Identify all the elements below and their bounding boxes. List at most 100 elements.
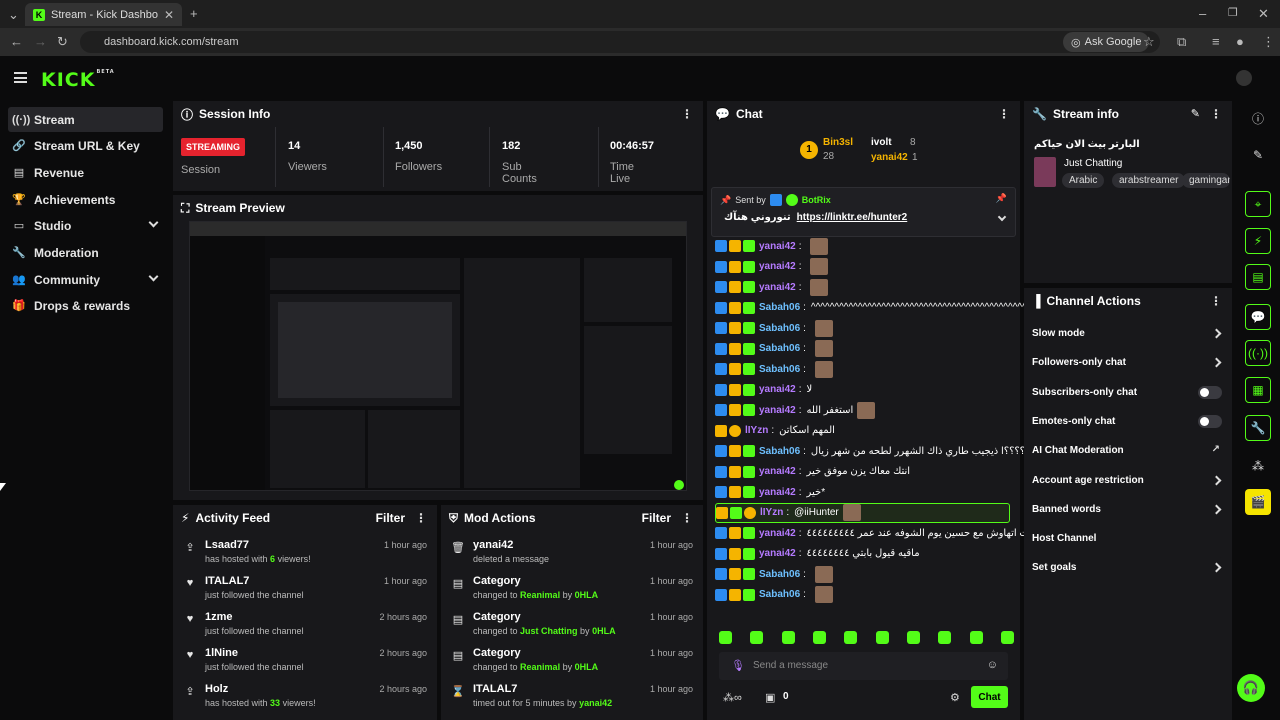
leader-name[interactable]: yanai42 — [871, 152, 908, 163]
maximize-icon[interactable]: ❐ — [1228, 7, 1238, 20]
emote-button-icon[interactable] — [812, 631, 826, 644]
chat-message[interactable]: Sabah06: — [715, 339, 1010, 359]
mod-action-item[interactable]: 🗑 yanai42 deleted a message 1 hour ago — [441, 537, 703, 573]
chat-username[interactable]: yanai42 — [759, 548, 796, 559]
chat-username[interactable]: yanai42 — [759, 466, 796, 477]
ask-google-button[interactable]: ◎ Ask Google — [1063, 32, 1150, 52]
help-headset-icon[interactable]: 🎧 — [1237, 674, 1265, 702]
chat-message[interactable]: yanai42: كنت اتهاوش مع حسين يوم الشوفه عن… — [715, 523, 1037, 543]
reload-icon[interactable]: ↻ — [57, 35, 68, 48]
minimize-icon[interactable]: – — [1199, 7, 1206, 20]
channel-action-emotes-only-chat[interactable]: Emotes-only chat — [1032, 413, 1222, 433]
emote-button-icon[interactable] — [844, 631, 858, 644]
chat-username[interactable]: Sabah06 — [759, 589, 800, 600]
sidebar-item-drops-rewards[interactable]: 🎁 Drops & rewards — [8, 293, 163, 318]
mod-action-item[interactable]: ▤ Category changed to Reanimal by 0HLA 1 ho… — [441, 645, 703, 681]
forward-icon[interactable]: → — [34, 35, 47, 48]
extensions-icon[interactable]: ⧉ — [1177, 35, 1186, 48]
kebab-menu-icon[interactable]: ⋮ — [1210, 294, 1222, 308]
emote-button-icon[interactable] — [781, 631, 795, 644]
tab-search-icon[interactable]: ⌄ — [8, 8, 19, 21]
emote-button-icon[interactable] — [1000, 631, 1014, 644]
tag-gamingarab[interactable]: gamingarab — [1182, 173, 1230, 188]
browser-tab[interactable]: K Stream - Kick Dashboard ✕ — [25, 3, 182, 26]
kebab-menu-icon[interactable]: ⋮ — [681, 511, 693, 525]
url-input[interactable]: dashboard.kick.com/stream — [80, 31, 1160, 53]
activity-name[interactable]: ITALAL7 — [205, 575, 249, 587]
pinned-sender[interactable]: BotRix — [802, 195, 831, 205]
mod-action-item[interactable]: ⌛ ITALAL7 timed out for 5 minutes by yanai… — [441, 681, 703, 717]
toggle-switch[interactable] — [1198, 414, 1222, 428]
chat-username[interactable]: Sabah06 — [759, 446, 800, 457]
chat-username[interactable]: yanai42 — [759, 487, 796, 498]
sidebar-item-achievements[interactable]: 🏆 Achievements — [8, 187, 163, 212]
chat-username[interactable]: lIYzn — [760, 507, 783, 518]
channel-action-set-goals[interactable]: Set goals — [1032, 559, 1222, 579]
activity-item[interactable]: ⇪ Holz has hosted with 33 viewers! 2 hours … — [173, 681, 437, 717]
unpin-icon[interactable]: 📌 — [996, 193, 1007, 204]
chat-username[interactable]: yanai42 — [759, 241, 796, 252]
wrench-icon[interactable]: 🔧 — [1245, 415, 1271, 441]
dots-cluster-icon[interactable]: ⁂ — [1245, 453, 1271, 479]
mod-action-item[interactable]: ▤ Category changed to Reanimal by 0HLA 1 ho… — [441, 573, 703, 609]
channel-action-account-age-restriction[interactable]: Account age restriction — [1032, 472, 1222, 492]
kebab-menu-icon[interactable]: ⋮ — [1210, 107, 1222, 121]
chat-icon[interactable]: 💬 — [1245, 304, 1271, 330]
activity-name[interactable]: Holz — [205, 683, 228, 695]
chat-message[interactable]: yanai42: انتك معاك يزن موفق خير — [715, 462, 1010, 482]
chat-message[interactable]: lIYzn: @iiHunter — [715, 502, 1010, 523]
chat-message[interactable]: yanai42: خير* — [715, 482, 1010, 502]
channel-action-host-channel[interactable]: Host Channel — [1032, 530, 1222, 550]
send-chat-button[interactable]: Chat — [971, 686, 1008, 708]
channel-action-banned-words[interactable]: Banned words — [1032, 501, 1222, 521]
new-tab-icon[interactable]: + — [190, 7, 198, 20]
chat-username[interactable]: lIYzn — [745, 425, 768, 436]
focus-icon[interactable]: ⌖ — [1245, 191, 1271, 217]
user-avatar[interactable] — [1236, 70, 1252, 86]
chat-username[interactable]: yanai42 — [759, 282, 796, 293]
kebab-menu-icon[interactable]: ⋮ — [415, 511, 427, 525]
kebab-menu-icon[interactable]: ⋮ — [998, 107, 1010, 121]
chat-username[interactable]: yanai42 — [759, 384, 796, 395]
chat-message[interactable]: yanai42: استغفر الله — [715, 400, 1010, 420]
channel-action-followers-only-chat[interactable]: Followers-only chat — [1032, 354, 1222, 374]
leader-name[interactable]: Bin3sl — [823, 137, 853, 148]
emote-button-icon[interactable] — [750, 631, 764, 644]
pencil-icon[interactable]: ✎ — [1245, 142, 1271, 168]
sidebar-item-studio[interactable]: ▭ Studio — [8, 213, 163, 238]
sidebar-item-revenue[interactable]: ▤ Revenue — [8, 160, 163, 185]
category-name[interactable]: Just Chatting — [1064, 158, 1122, 169]
sidebar-item-stream[interactable]: ((·)) Stream — [8, 107, 163, 132]
leader-name[interactable]: ivolt — [871, 137, 892, 148]
activity-item[interactable]: ♥ ITALAL7 just followed the channel 1 hour … — [173, 573, 437, 609]
channel-action-slow-mode[interactable]: Slow mode — [1032, 325, 1222, 345]
chat-message[interactable]: lIYzn: المهم اسكاتن — [715, 421, 1010, 441]
pinned-link[interactable]: https://linktr.ee/hunter2 — [797, 212, 908, 223]
chat-username[interactable]: yanai42 — [759, 405, 796, 416]
gift-icon[interactable]: ▣ — [765, 691, 775, 704]
chat-username[interactable]: Sabah06 — [759, 569, 800, 580]
chat-message[interactable]: Sabah06: ^^^^^^^^^^^^^^^^^^^^^^^^^^^^^^^^… — [715, 298, 1027, 318]
chat-username[interactable]: Sabah06 — [759, 343, 800, 354]
chat-message[interactable]: Sabah06: — [715, 359, 1010, 379]
stream-preview-video[interactable] — [189, 221, 687, 491]
sidebar-item-moderation[interactable]: 🔧 Moderation — [8, 240, 163, 265]
filter-button[interactable]: Filter — [642, 511, 671, 525]
chat-username[interactable]: yanai42 — [759, 528, 796, 539]
menu-icon[interactable]: ⋮ — [1262, 35, 1275, 48]
channel-action-ai-chat-moderation[interactable]: AI Chat Moderation ↗ — [1032, 442, 1222, 462]
emote-button-icon[interactable] — [875, 631, 889, 644]
activity-item[interactable]: ♥ 1lNine just followed the channel 2 hours … — [173, 645, 437, 681]
kebab-menu-icon[interactable]: ⋮ — [681, 107, 693, 121]
tag-arabstreamer[interactable]: arabstreamer — [1112, 173, 1186, 188]
mod-action-name[interactable]: Category — [473, 575, 521, 587]
hamburger-menu-icon[interactable] — [14, 72, 27, 83]
chat-username[interactable]: Sabah06 — [759, 323, 800, 334]
activity-name[interactable]: 1zme — [205, 611, 233, 623]
channel-action-subscribers-only-chat[interactable]: Subscribers-only chat — [1032, 384, 1222, 404]
chat-message[interactable]: yanai42: ماقيه قيول بابتي ٤٤٤٤٤٤٤٤ — [715, 544, 1010, 564]
pinned-message[interactable]: 📌 Sent by BotRix تنوروني هنآك https://li… — [711, 187, 1016, 237]
close-window-icon[interactable]: ✕ — [1258, 7, 1269, 20]
infinity-points-icon[interactable]: ⁂∞ — [723, 691, 742, 704]
toggle-switch[interactable] — [1198, 385, 1222, 399]
